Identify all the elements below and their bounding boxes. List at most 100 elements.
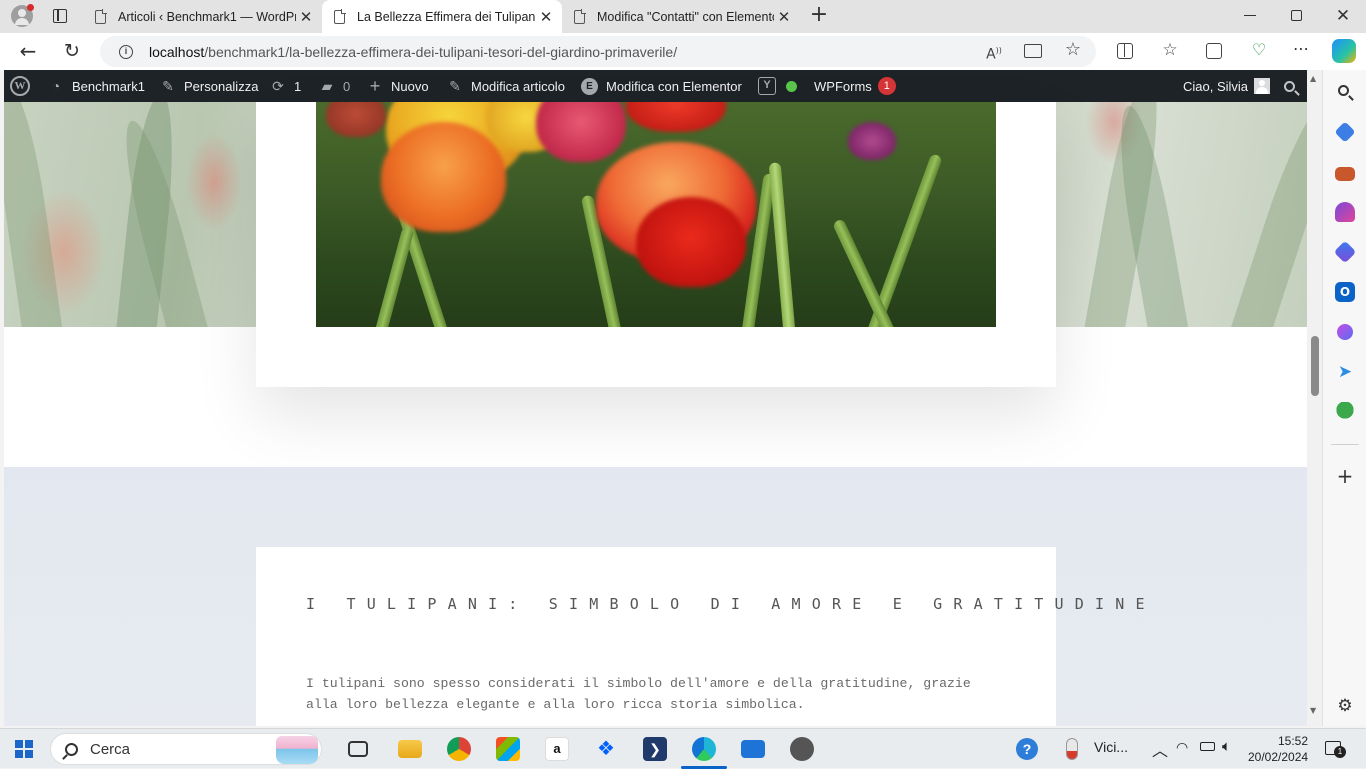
address-bar[interactable]: i localhost /benchmark1/la-bellezza-effi… bbox=[100, 36, 1096, 67]
add-sidebar-app-icon[interactable]: + bbox=[1335, 466, 1355, 486]
split-screen-icon[interactable] bbox=[1117, 43, 1133, 59]
orange-tulip bbox=[381, 122, 506, 232]
sidebar-settings-icon[interactable]: ⚙ bbox=[1335, 696, 1355, 716]
scroll-down-arrow[interactable]: ▼ bbox=[1310, 706, 1316, 715]
scrollbar-thumb[interactable] bbox=[1311, 336, 1319, 396]
brush-icon: ✎ bbox=[162, 78, 174, 94]
designer-icon[interactable] bbox=[1337, 324, 1353, 340]
wpforms-menu[interactable]: WPForms 1 bbox=[814, 70, 896, 102]
profile-avatar[interactable] bbox=[11, 4, 34, 27]
customize-menu[interactable]: ✎ Personalizza bbox=[159, 70, 258, 102]
pink-tulip bbox=[536, 102, 626, 162]
clock-date: 20/02/2024 bbox=[1248, 750, 1309, 764]
updates-icon: ⟳ bbox=[272, 78, 284, 94]
page-icon bbox=[334, 8, 346, 24]
close-tab-icon[interactable]: ✕ bbox=[774, 8, 794, 26]
taskbar-search[interactable]: Cerca bbox=[50, 733, 322, 765]
tab-title: La Bellezza Effimera dei Tulipani: Tesor… bbox=[357, 9, 536, 24]
page-scrollbar[interactable]: ▲ ▼ bbox=[1307, 70, 1322, 726]
browser-tab-strip: Articoli ‹ Benchmark1 — WordPress ✕ La B… bbox=[0, 0, 1366, 33]
clock[interactable]: 15:52 20/02/2024 bbox=[1248, 733, 1308, 765]
tab-contatti[interactable]: Modifica "Contatti" con Elementor ✕ bbox=[562, 0, 800, 33]
updates-menu[interactable]: ⟳ 1 bbox=[269, 70, 301, 102]
favorites-icon[interactable]: ☆ bbox=[1160, 40, 1180, 60]
background-leaf bbox=[1224, 102, 1307, 327]
mail-icon[interactable] bbox=[741, 740, 765, 758]
close-window-button[interactable]: ✕ bbox=[1334, 6, 1352, 26]
new-tab-button[interactable]: + bbox=[808, 4, 830, 26]
wpforms-label: WPForms bbox=[814, 78, 872, 94]
show-hidden-icons[interactable]: ︿ bbox=[1152, 737, 1168, 761]
yoast-icon: Y bbox=[758, 77, 776, 95]
shopping-tag-icon[interactable] bbox=[1334, 121, 1356, 143]
favorite-star-icon[interactable]: ☆ bbox=[1063, 40, 1083, 60]
settings-more-icon[interactable]: ⋯ bbox=[1291, 39, 1311, 59]
weather-icon[interactable] bbox=[1066, 738, 1078, 760]
browser-essentials-icon[interactable]: ♡ bbox=[1249, 40, 1269, 60]
tulip-stem bbox=[768, 162, 798, 327]
sidebar-search-icon[interactable] bbox=[1335, 82, 1355, 102]
edit-post-menu[interactable]: ✎ Modifica articolo bbox=[446, 70, 565, 102]
start-button[interactable] bbox=[15, 740, 33, 758]
edge-icon[interactable] bbox=[692, 737, 716, 761]
notification-count: 1 bbox=[1334, 746, 1346, 758]
task-view-icon[interactable] bbox=[348, 741, 368, 757]
copilot-icon[interactable] bbox=[1332, 39, 1356, 63]
volume-icon[interactable]: 🔈︎ bbox=[1222, 738, 1231, 755]
tab-actions-icon[interactable] bbox=[53, 9, 67, 23]
restore-button[interactable] bbox=[1291, 10, 1302, 21]
tab-tulipani[interactable]: La Bellezza Effimera dei Tulipani: Tesor… bbox=[322, 0, 562, 33]
seo-status-dot bbox=[786, 80, 797, 92]
battery-icon[interactable] bbox=[1200, 742, 1215, 751]
comments-menu[interactable]: ▰ 0 bbox=[318, 70, 351, 102]
customize-label: Personalizza bbox=[184, 78, 259, 94]
file-explorer-icon[interactable] bbox=[398, 740, 422, 758]
tab-articoli[interactable]: Articoli ‹ Benchmark1 — WordPress ✕ bbox=[83, 0, 322, 33]
chrome-icon[interactable] bbox=[447, 737, 471, 761]
help-icon[interactable]: ? bbox=[1016, 738, 1038, 760]
admin-search[interactable] bbox=[1284, 70, 1300, 102]
app-icon[interactable] bbox=[790, 737, 814, 761]
birthday-cake-icon bbox=[276, 736, 318, 764]
url-path: /benchmark1/la-bellezza-effimera-dei-tul… bbox=[204, 43, 678, 60]
wpforms-badge: 1 bbox=[877, 77, 896, 95]
seo-menu[interactable]: Y bbox=[758, 70, 797, 102]
edit-elementor-menu[interactable]: E Modifica con Elementor bbox=[581, 70, 742, 102]
dropbox-icon[interactable]: ❖ bbox=[594, 737, 618, 761]
immersive-reader-icon[interactable] bbox=[1024, 44, 1042, 58]
site-name-menu[interactable]: ◔ Benchmark1 bbox=[47, 70, 145, 102]
close-tab-icon[interactable]: ✕ bbox=[296, 8, 316, 26]
tulip-photo bbox=[316, 102, 996, 327]
outlook-icon[interactable]: O bbox=[1335, 282, 1355, 302]
sidebar-divider bbox=[1331, 444, 1359, 445]
microsoft-365-icon[interactable] bbox=[1333, 240, 1357, 264]
amazon-icon[interactable]: a bbox=[545, 737, 569, 761]
wp-logo-menu[interactable]: W bbox=[10, 70, 30, 102]
page-viewport: W ◔ Benchmark1 ✎ Personalizza ⟳ 1 ▰ 0 + … bbox=[4, 70, 1307, 726]
close-tab-icon[interactable]: ✕ bbox=[536, 8, 556, 26]
tree-icon[interactable] bbox=[1335, 402, 1355, 422]
notifications-icon[interactable]: 1 bbox=[1325, 741, 1346, 758]
games-icon[interactable] bbox=[1335, 202, 1355, 222]
site-info-icon[interactable]: i bbox=[119, 44, 133, 59]
back-icon[interactable]: ← bbox=[17, 40, 39, 62]
reload-icon[interactable]: ↻ bbox=[61, 40, 83, 62]
wifi-icon[interactable]: ◠ bbox=[1176, 739, 1188, 756]
article-card: I TULIPANI: SIMBOLO DI AMORE E GRATITUDI… bbox=[256, 547, 1145, 726]
plus-icon: + bbox=[369, 76, 381, 96]
send-icon[interactable]: ➤ bbox=[1335, 362, 1355, 382]
dashboard-icon: ◔ bbox=[51, 78, 61, 94]
powershell-icon[interactable]: ❯ bbox=[643, 737, 667, 761]
microsoft-store-icon[interactable] bbox=[496, 737, 520, 761]
scroll-up-arrow[interactable]: ▲ bbox=[1310, 74, 1316, 83]
read-aloud-icon[interactable]: A)) bbox=[984, 41, 1004, 63]
new-content-menu[interactable]: + Nuovo bbox=[366, 70, 429, 102]
account-menu[interactable]: Ciao, Silvia bbox=[1183, 70, 1271, 102]
tools-briefcase-icon[interactable] bbox=[1335, 167, 1355, 181]
minimize-button[interactable] bbox=[1244, 15, 1256, 17]
clock-time: 15:52 bbox=[1277, 734, 1308, 748]
new-label: Nuovo bbox=[391, 78, 429, 94]
windows-taskbar: Cerca a ❖ ❯ ? Vici... ︿ ◠ 🔈︎ 15:52 20/02… bbox=[0, 728, 1366, 769]
collections-icon[interactable] bbox=[1206, 43, 1222, 59]
weather-label[interactable]: Vici... bbox=[1094, 739, 1128, 755]
